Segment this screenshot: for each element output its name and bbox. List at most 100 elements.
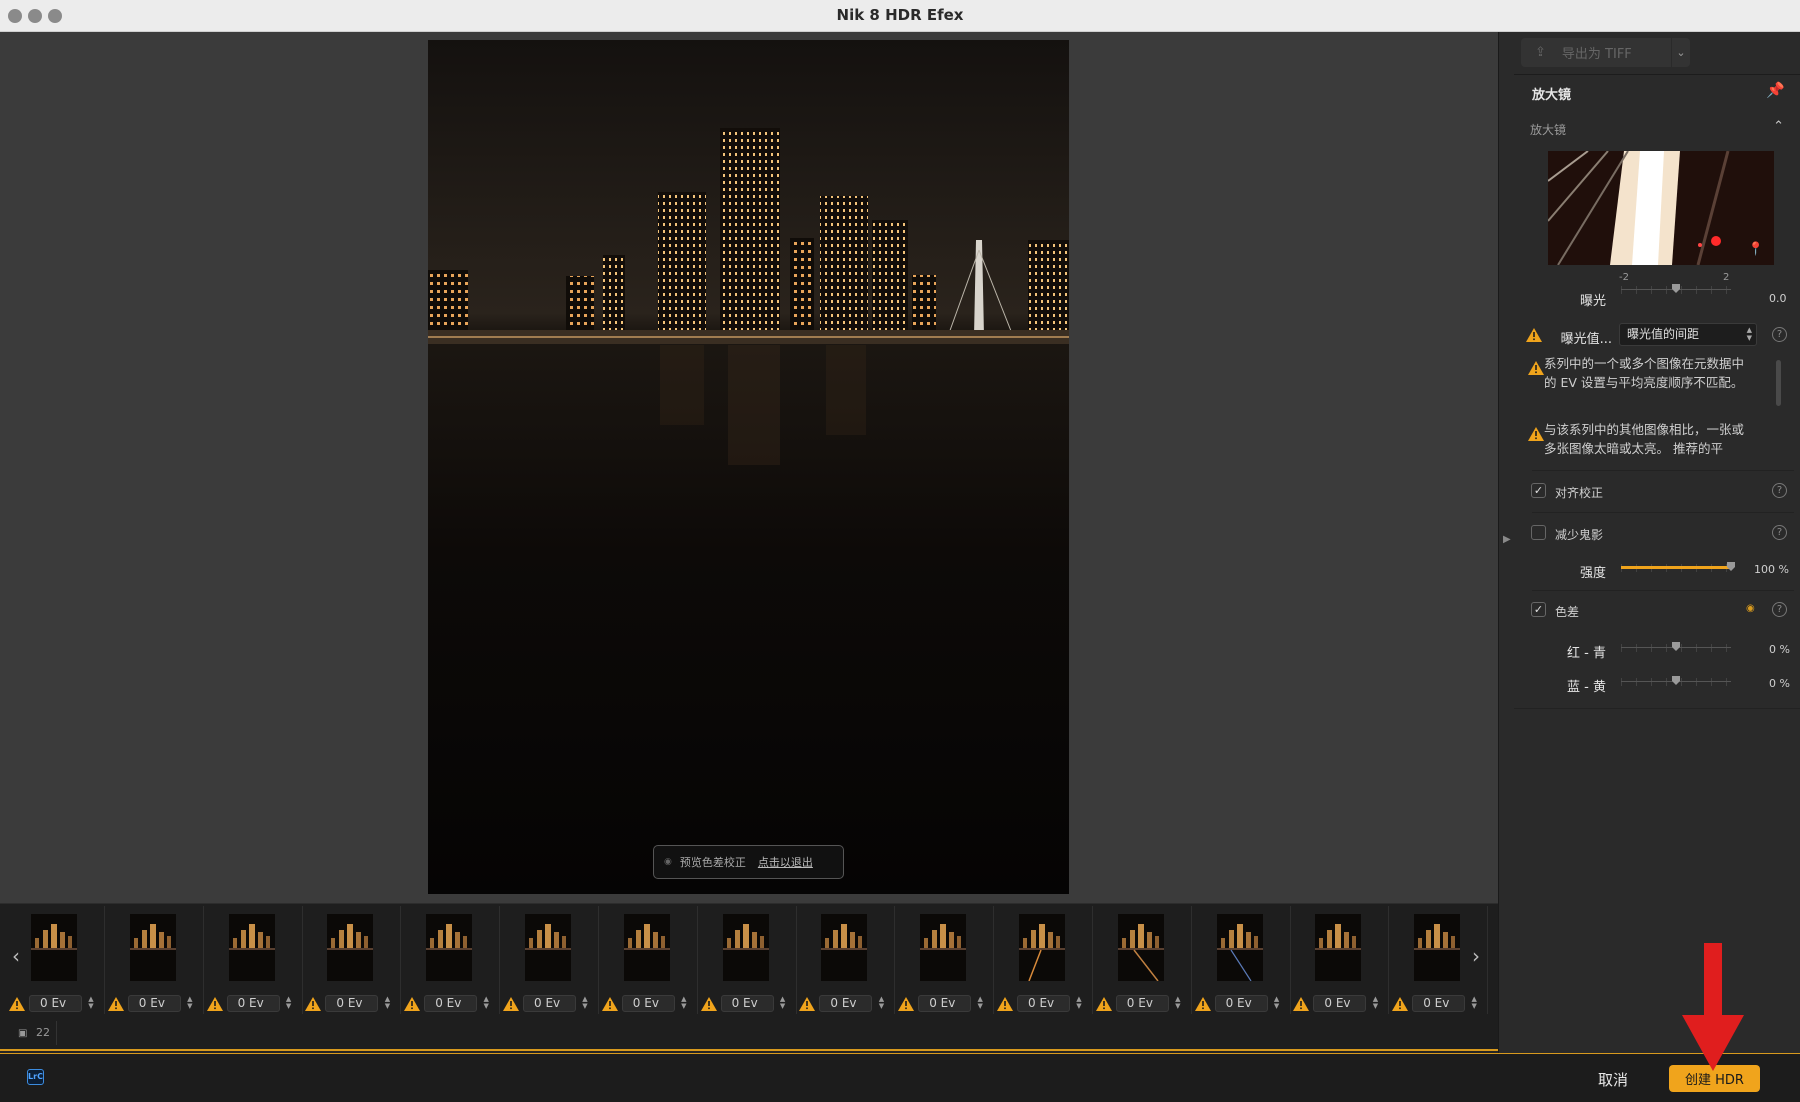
- ev-control: 0 Ev ▲ ▼: [1194, 994, 1293, 1012]
- thumbnail-image[interactable]: [31, 914, 77, 981]
- ev-stepper-icon[interactable]: ▲ ▼: [1370, 996, 1380, 1010]
- thumbnail-image[interactable]: [821, 914, 868, 981]
- ev-input[interactable]: 0 Ev: [523, 994, 576, 1012]
- thumbnail-image[interactable]: [129, 914, 176, 981]
- filmstrip-thumbnail[interactable]: 0 Ev ▲ ▼: [995, 906, 1093, 1014]
- messages-scrollbar[interactable]: [1776, 360, 1781, 406]
- export-button[interactable]: ⇪ 导出为 TIFF: [1521, 38, 1671, 67]
- thumbnail-image[interactable]: [327, 914, 374, 981]
- help-icon[interactable]: ?: [1772, 602, 1787, 617]
- help-icon[interactable]: ?: [1772, 525, 1787, 540]
- ev-input[interactable]: 0 Ev: [1412, 994, 1466, 1012]
- ev-stepper-icon[interactable]: ▲ ▼: [1173, 996, 1183, 1010]
- thumbnail-image[interactable]: [1414, 914, 1461, 981]
- ev-control: 0 Ev ▲ ▼: [404, 994, 502, 1012]
- filmstrip-thumbnail[interactable]: 0 Ev ▲ ▼: [797, 906, 896, 1014]
- thumbnail-image[interactable]: [920, 914, 967, 981]
- filmstrip-thumbnail[interactable]: 0 Ev ▲ ▼: [896, 906, 995, 1014]
- ev-input[interactable]: 0 Ev: [918, 994, 972, 1012]
- ev-input[interactable]: 0 Ev: [621, 994, 675, 1012]
- loupe-panel-header[interactable]: 放大镜 📌: [1514, 74, 1800, 106]
- ev-input[interactable]: 0 Ev: [325, 994, 379, 1012]
- ev-stepper-icon[interactable]: ▲ ▼: [382, 996, 392, 1010]
- ev-control: 0 Ev ▲ ▼: [1392, 994, 1490, 1012]
- ev-input[interactable]: 0 Ev: [1214, 994, 1268, 1012]
- ev-input[interactable]: 0 Ev: [720, 994, 774, 1012]
- cancel-button[interactable]: 取消: [1598, 1069, 1628, 1090]
- sidebar-toggle-icon[interactable]: ▶: [1503, 534, 1511, 545]
- thumbnail-image[interactable]: [525, 914, 571, 981]
- loupe-pin-icon[interactable]: 📍: [1748, 242, 1764, 257]
- filmstrip-next-arrow-icon[interactable]: ›: [1472, 944, 1480, 968]
- exposure-min-tick: -2: [1619, 272, 1629, 283]
- ev-stepper-icon[interactable]: ▲ ▼: [679, 996, 689, 1010]
- warning-icon: [107, 996, 124, 1011]
- ev-stepper-icon[interactable]: ▲ ▼: [876, 996, 886, 1010]
- filmstrip-thumbnail[interactable]: 0 Ev ▲ ▼: [600, 906, 698, 1014]
- ev-spacing-label: 曝光值...: [1560, 332, 1612, 347]
- chromatic-preview-pill[interactable]: ◉ 预览色差校正 点击以退出: [653, 845, 844, 879]
- pin-icon[interactable]: 📌: [1766, 81, 1785, 99]
- filmstrip-thumbnail[interactable]: 0 Ev ▲ ▼: [106, 906, 204, 1014]
- thumbnail-image[interactable]: [1019, 914, 1065, 981]
- ev-stepper-icon[interactable]: ▲ ▼: [185, 996, 195, 1010]
- thumbnail-image[interactable]: [426, 914, 473, 981]
- thumbnail-image[interactable]: [722, 914, 769, 981]
- filmstrip-thumbnail[interactable]: 0 Ev ▲ ▼: [303, 906, 402, 1014]
- ev-stepper-icon[interactable]: ▲ ▼: [778, 996, 788, 1010]
- filmstrip: ‹ 0 Ev ▲ ▼ 0 Ev ▲ ▼ 0 Ev ▲ ▼ 0 Ev ▲ ▼ 0 Ev ▲ ▼ 0 Ev ▲ ▼ 0 …: [0, 903, 1498, 1015]
- ev-stepper-icon[interactable]: ▲ ▼: [284, 996, 294, 1010]
- warning-icon: [206, 996, 223, 1011]
- strength-slider[interactable]: [1621, 562, 1735, 574]
- thumbnail-image[interactable]: [623, 914, 670, 981]
- blue-yellow-slider[interactable]: [1621, 676, 1731, 688]
- ev-input[interactable]: 0 Ev: [1115, 994, 1169, 1012]
- preview-photo[interactable]: [428, 40, 1069, 894]
- filmstrip-thumbnail[interactable]: 0 Ev ▲ ▼: [501, 906, 599, 1014]
- loupe-preview[interactable]: 📍: [1548, 151, 1774, 265]
- ev-input[interactable]: 0 Ev: [1313, 994, 1367, 1012]
- filmstrip-thumbnail[interactable]: 0 Ev ▲ ▼: [1193, 906, 1291, 1014]
- preview-eye-icon[interactable]: ◉: [1746, 603, 1755, 614]
- ev-input[interactable]: 0 Ev: [127, 994, 181, 1012]
- chromatic-checkbox[interactable]: ✓: [1531, 602, 1546, 617]
- ev-spacing-select[interactable]: 曝光值的间距 ▲ ▼: [1619, 323, 1757, 346]
- help-icon[interactable]: ?: [1772, 483, 1787, 498]
- filmstrip-thumbnail[interactable]: 0 Ev ▲ ▼: [7, 906, 105, 1014]
- warning-icon: [503, 996, 519, 1011]
- ev-stepper-icon[interactable]: ▲ ▼: [580, 996, 590, 1010]
- filmstrip-thumbnail[interactable]: 0 Ev ▲ ▼: [1291, 906, 1390, 1014]
- warning-messages: 系列中的一个或多个图像在元数据中的 EV 设置与平均亮度顺序不匹配。 与该系列中…: [1526, 354, 1756, 471]
- help-icon[interactable]: ?: [1772, 327, 1787, 342]
- ev-stepper-icon[interactable]: ▲ ▼: [481, 996, 491, 1010]
- filmstrip-thumbnail[interactable]: 0 Ev ▲ ▼: [1094, 906, 1192, 1014]
- collapse-chevron-icon[interactable]: ⌃: [1773, 119, 1784, 134]
- exposure-slider[interactable]: [1621, 284, 1731, 296]
- ev-input[interactable]: 0 Ev: [819, 994, 873, 1012]
- sidebar: ⇪ 导出为 TIFF ⌄ 放大镜 📌 放大镜 ⌃ 📍 -2 2 曝光 0.0 曝…: [1514, 32, 1800, 1053]
- lightroom-classic-icon: LrC: [27, 1069, 44, 1085]
- warning-icon: [799, 996, 816, 1011]
- thumbnail-image[interactable]: [1117, 914, 1164, 981]
- ev-input[interactable]: 0 Ev: [1017, 994, 1070, 1012]
- ev-stepper-icon[interactable]: ▲ ▼: [86, 996, 96, 1010]
- filmstrip-thumbnail[interactable]: 0 Ev ▲ ▼: [205, 906, 303, 1014]
- align-checkbox[interactable]: ✓: [1531, 483, 1546, 498]
- red-cyan-slider[interactable]: [1621, 642, 1731, 654]
- window-title: Nik 8 HDR Efex: [836, 6, 964, 24]
- ev-input[interactable]: 0 Ev: [29, 994, 82, 1012]
- ev-input[interactable]: 0 Ev: [424, 994, 478, 1012]
- pill-exit-link[interactable]: 点击以退出: [758, 854, 813, 870]
- thumbnail-image[interactable]: [1216, 914, 1263, 981]
- thumbnail-image[interactable]: [228, 914, 275, 981]
- ev-stepper-icon[interactable]: ▲ ▼: [975, 996, 985, 1010]
- filmstrip-thumbnail[interactable]: 0 Ev ▲ ▼: [699, 906, 797, 1014]
- export-dropdown-chevron-icon[interactable]: ⌄: [1672, 38, 1690, 67]
- ev-stepper-icon[interactable]: ▲ ▼: [1074, 996, 1084, 1010]
- ghost-checkbox[interactable]: [1531, 525, 1546, 540]
- thumbnail-image[interactable]: [1315, 914, 1362, 981]
- ev-stepper-icon[interactable]: ▲ ▼: [1272, 996, 1282, 1010]
- filmstrip-thumbnail[interactable]: 0 Ev ▲ ▼: [402, 906, 502, 1014]
- ev-input[interactable]: 0 Ev: [226, 994, 280, 1012]
- ev-stepper-icon[interactable]: ▲ ▼: [1469, 996, 1479, 1010]
